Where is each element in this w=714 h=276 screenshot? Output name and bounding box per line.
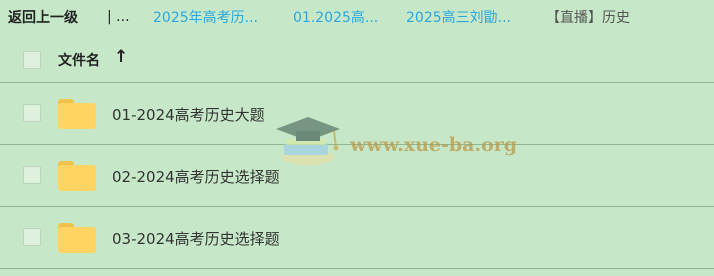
column-header-filename[interactable]: 文件名 xyxy=(58,50,100,70)
row-checkbox[interactable] xyxy=(23,166,41,184)
folder-icon xyxy=(58,161,96,191)
breadcrumb-item-1[interactable]: 2025年高考历... xyxy=(153,7,271,27)
watermark-text: www.xue-ba.org xyxy=(350,134,518,156)
graduation-cap-icon xyxy=(276,117,340,165)
table-header: 文件名 ↑ xyxy=(0,36,714,83)
breadcrumb-item-2[interactable]: 01.2025高... xyxy=(293,7,383,27)
select-all-checkbox[interactable] xyxy=(23,51,41,69)
breadcrumb-current: 【直播】历史 xyxy=(546,10,630,26)
file-name[interactable]: 01-2024高考历史大题 xyxy=(112,104,265,125)
breadcrumb: 返回上一级 | ... 2025年高考历... 01.2025高... 2025… xyxy=(0,0,714,34)
breadcrumb-separator[interactable]: | ... xyxy=(107,9,130,25)
file-name[interactable]: 03-2024高考历史选择题 xyxy=(112,228,280,249)
breadcrumb-item-3[interactable]: 2025高三刘勖... xyxy=(406,7,526,27)
row-checkbox[interactable] xyxy=(23,228,41,246)
file-name[interactable]: 02-2024高考历史选择题 xyxy=(112,166,280,187)
folder-icon xyxy=(58,99,96,129)
sort-arrow-up-icon[interactable]: ↑ xyxy=(114,47,128,67)
back-link[interactable]: 返回上一级 xyxy=(8,7,78,27)
table-row[interactable]: 03-2024高考历史选择题 xyxy=(0,207,714,269)
watermark: www.xue-ba.org xyxy=(276,113,518,173)
row-checkbox[interactable] xyxy=(23,104,41,122)
folder-icon xyxy=(58,223,96,253)
